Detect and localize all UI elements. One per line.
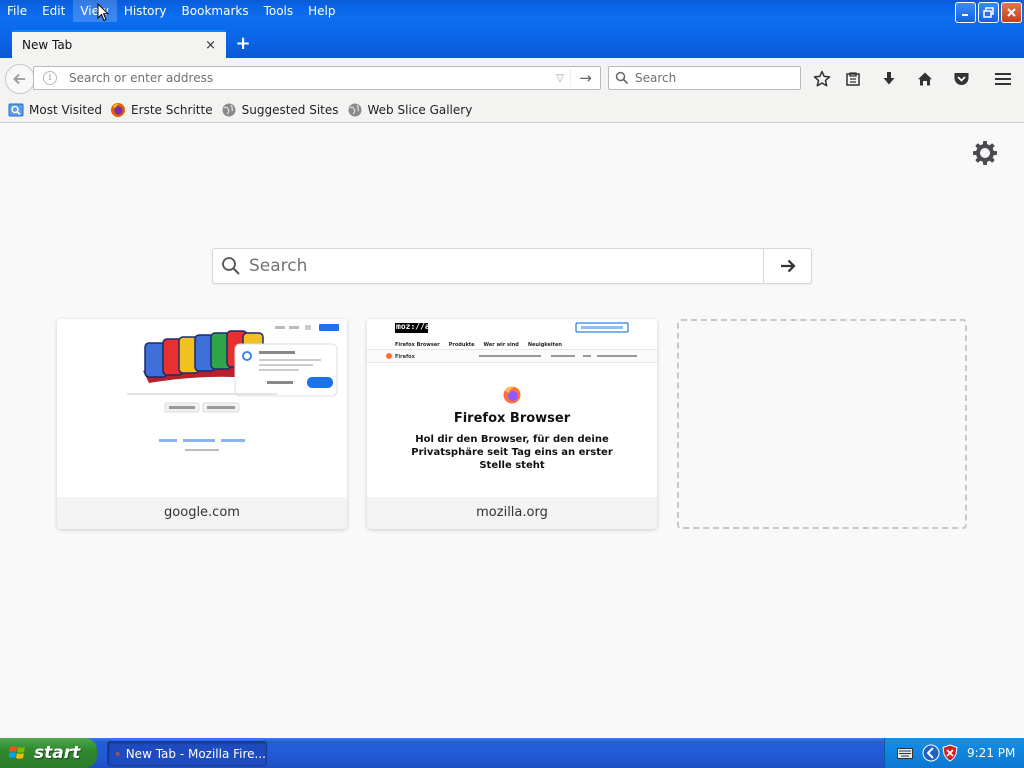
taskbar-item-label: New Tab - Mozilla Fire... [125,746,266,761]
hamburger-menu-icon [995,73,1011,85]
page-search-submit-button[interactable] [763,249,811,283]
downloads-button[interactable] [878,68,900,90]
bookmark-label: Suggested Sites [241,103,339,117]
close-icon [1007,8,1016,17]
mozilla-nav-item: Neuigkeiten [527,342,562,348]
bookmark-label: Web Slice Gallery [367,103,473,117]
info-icon[interactable]: i [43,71,57,85]
menu-view[interactable]: View [73,0,117,22]
start-button[interactable]: start [0,738,97,768]
mozilla-nav: Firefox Browser Produkte Wer wir sind Ne… [395,342,562,348]
tab-title: New Tab [22,38,73,52]
search-icon [615,71,629,85]
mouse-cursor-icon [97,3,109,22]
new-tab-page: Search google.com moz://a Firefox Browse… [0,124,1024,738]
mozilla-nav-item: Wer wir sind [483,342,519,348]
tab-close-icon[interactable]: × [205,38,216,53]
system-tray: 9:21 PM [884,738,1024,768]
minimize-button[interactable] [955,2,976,23]
minimize-icon [962,14,968,16]
star-icon [813,70,831,87]
top-site-tile-mozilla[interactable]: moz://a Firefox Browser Produkte Wer wir… [367,319,657,529]
address-input[interactable]: Search or enter address [69,71,550,85]
tile-label: mozilla.org [367,497,657,529]
mozilla-nav-item: Firefox Browser [395,342,440,348]
google-doodle-thumbnail [127,324,339,451]
page-search-box[interactable]: Search [212,248,812,284]
globe-icon [347,102,363,118]
bookmark-star-button[interactable] [811,68,833,90]
download-arrow-icon [883,72,895,85]
network-icon[interactable] [922,744,940,762]
pocket-icon [954,73,968,85]
home-icon [918,72,932,86]
back-button[interactable] [5,64,35,94]
search-icon [222,257,240,275]
arrow-right-icon [780,259,796,273]
windows-taskbar: start New Tab - Mozilla Fire... 9:21 PM [0,738,1024,768]
close-window-button[interactable] [1001,2,1022,23]
menu-edit[interactable]: Edit [35,0,73,22]
window-titlebar: File Edit View History Bookmarks Tools H… [0,0,1024,58]
windows-logo-icon [9,746,25,759]
top-site-tile-empty [677,319,967,529]
globe-icon [221,102,237,118]
top-site-tile-google[interactable]: google.com [57,319,347,529]
menu-help[interactable]: Help [301,0,343,22]
start-label: start [34,743,81,763]
bookmark-web-slice-gallery[interactable]: Web Slice Gallery [347,102,473,118]
mozilla-header-thumbnail [367,322,657,404]
bookmark-label: Most Visited [29,103,103,117]
search-input[interactable]: Search [635,71,676,85]
navigation-toolbar: i Search or enter address ▽ → Search [0,58,1024,98]
keyboard-icon[interactable] [897,748,913,759]
mozilla-subnav-label: Firefox [395,354,415,360]
mozilla-tagline: Hol dir den Browser, für den deine Priva… [411,434,613,471]
security-shield-icon[interactable] [942,744,958,762]
bookmark-suggested-sites[interactable]: Suggested Sites [221,102,339,118]
tile-thumbnail: moz://a Firefox Browser Produkte Wer wir… [367,319,657,497]
firefox-icon [116,751,120,756]
menu-tools[interactable]: Tools [257,0,302,22]
go-arrow-icon[interactable]: → [570,69,600,87]
tile-label: google.com [57,497,347,529]
back-arrow-icon [13,73,25,85]
menu-file[interactable]: File [0,0,35,22]
pocket-button[interactable] [950,68,972,90]
clock: 9:21 PM [967,746,1016,760]
menu-bar: File Edit View History Bookmarks Tools H… [0,0,344,22]
restore-icon [983,7,994,18]
reading-list-button[interactable] [842,68,864,90]
restore-button[interactable] [978,2,999,23]
firefox-icon [110,102,126,118]
bookmark-label: Erste Schritte [131,103,213,117]
bookmark-erste-schritte[interactable]: Erste Schritte [110,102,213,118]
new-tab-button[interactable]: + [234,34,252,54]
search-bar[interactable]: Search [608,66,801,90]
mozilla-heading: Firefox Browser [453,411,571,426]
home-button[interactable] [914,68,936,90]
address-bar[interactable]: i Search or enter address ▽ → [33,66,601,90]
bookmark-most-visited[interactable]: Most Visited [8,102,102,118]
menu-history[interactable]: History [117,0,175,22]
clipboard-icon [846,72,860,86]
mozilla-nav-item: Produkte [448,342,475,348]
page-search-input[interactable]: Search [249,256,763,276]
dropdown-arrow-icon[interactable]: ▽ [550,73,570,84]
tile-thumbnail [57,319,347,497]
menu-bookmarks[interactable]: Bookmarks [175,0,257,22]
most-visited-icon [8,102,24,118]
taskbar-item-firefox[interactable]: New Tab - Mozilla Fire... [107,741,267,766]
mozilla-logo: moz://a [396,322,430,331]
bookmarks-toolbar: Most Visited Erste Schritte Suggested Si… [0,98,1024,123]
tab-new-tab[interactable]: New Tab × [12,30,226,58]
open-menu-button[interactable] [992,68,1014,90]
gear-icon[interactable] [970,138,1000,168]
